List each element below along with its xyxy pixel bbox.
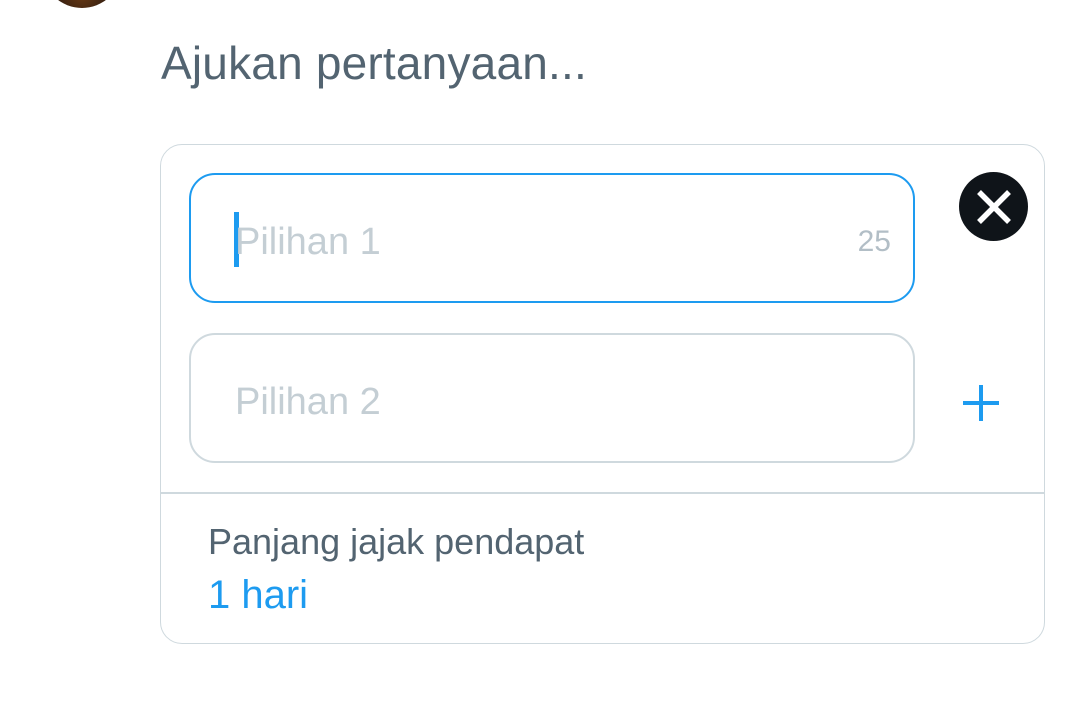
poll-length-selector[interactable]: 1 hari	[208, 573, 308, 618]
poll-card: Pilihan 1 25 Pilihan 2 Panjang jajak pen…	[160, 144, 1045, 644]
add-choice-button[interactable]	[959, 381, 1003, 425]
poll-choice-2-placeholder: Pilihan 2	[235, 381, 381, 423]
question-input[interactable]: Ajukan pertanyaan...	[161, 36, 587, 90]
poll-length-label: Panjang jajak pendapat	[208, 521, 585, 562]
remove-poll-button[interactable]	[959, 172, 1028, 241]
close-icon	[976, 189, 1011, 224]
character-counter: 25	[857, 225, 891, 258]
avatar[interactable]	[44, 0, 120, 8]
divider	[161, 492, 1044, 494]
poll-choice-1-placeholder: Pilihan 1	[235, 221, 381, 263]
poll-choice-2-field[interactable]: Pilihan 2	[189, 333, 915, 463]
poll-choice-1-field[interactable]: Pilihan 1 25	[189, 173, 915, 303]
plus-icon	[963, 385, 999, 421]
